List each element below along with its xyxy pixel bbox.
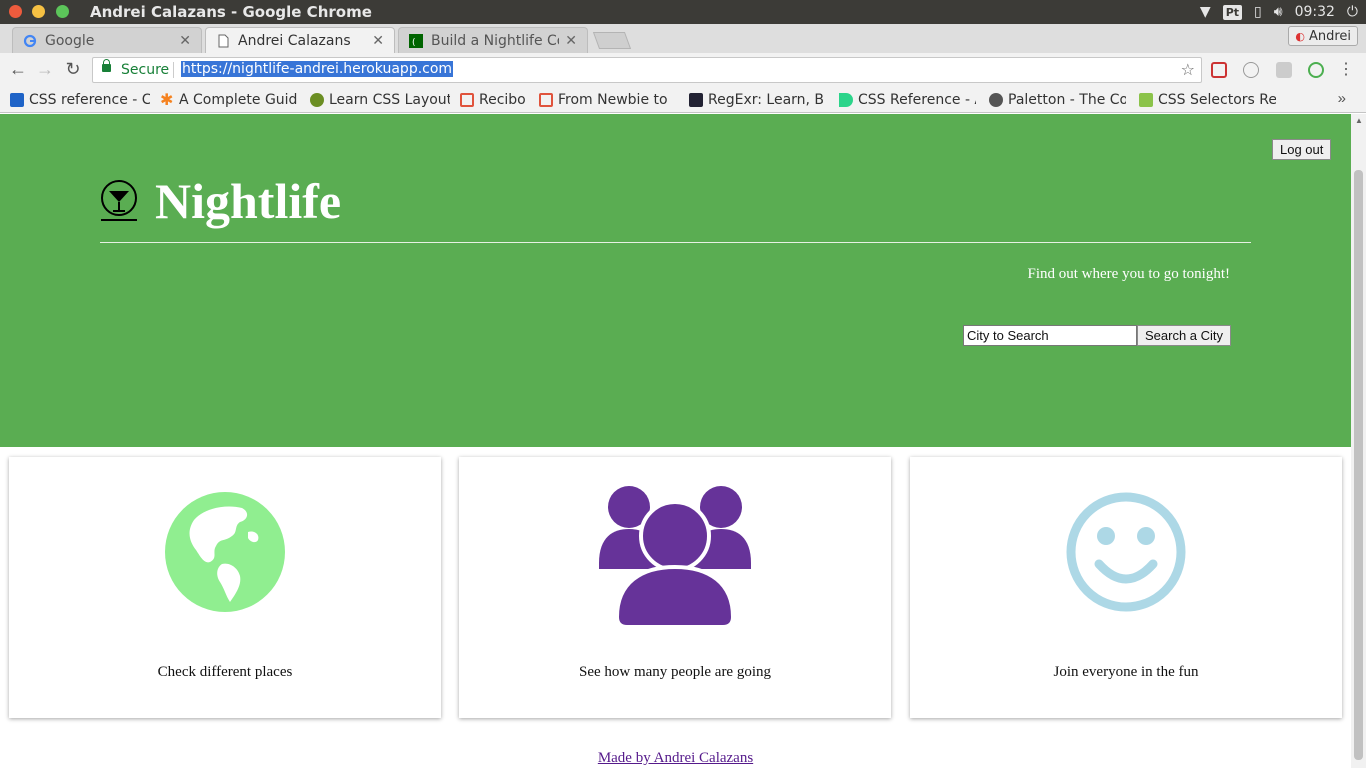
- city-search-input[interactable]: [963, 325, 1137, 346]
- author-link[interactable]: Made by Andrei Calazans: [598, 750, 753, 766]
- bookmark-favicon-icon: [689, 93, 703, 107]
- svg-text:(: (: [412, 38, 416, 48]
- feature-card-places: Check different places: [9, 457, 441, 718]
- profile-icon: ◐: [1295, 29, 1305, 43]
- bookmark-favicon-icon: [460, 93, 474, 107]
- feature-card-fun: Join everyone in the fun: [910, 457, 1342, 718]
- tab-andrei-calazans[interactable]: Andrei Calazans ✕: [205, 27, 395, 53]
- bookmark-favicon-icon: [1139, 93, 1153, 107]
- bookmark-favicon-icon: [310, 93, 324, 107]
- globe-icon: [165, 492, 285, 612]
- bookmark-label: Paletton - The Co: [1008, 92, 1126, 108]
- bookmark-favicon-icon: [539, 93, 553, 107]
- volume-icon[interactable]: 🔊︎: [1274, 4, 1283, 20]
- bookmark-label: From Newbie to: [558, 92, 668, 108]
- bookmark-label: CSS reference - C: [29, 92, 150, 108]
- tagline: Find out where you to go tonight!: [1027, 266, 1231, 282]
- page-scrollbar[interactable]: ▲: [1351, 114, 1366, 768]
- brand: Nightlife: [99, 172, 341, 230]
- bookmarks-bar: CSS reference - C ✱ A Complete Guid Lear…: [0, 87, 1366, 113]
- os-top-bar: Andrei Calazans - Google Chrome ▼ Pt ▯ 🔊…: [0, 0, 1366, 24]
- url-text[interactable]: https://nightlife-andrei.herokuapp.com: [181, 61, 454, 77]
- feature-caption: Check different places: [157, 664, 293, 680]
- secure-label: Secure: [121, 62, 170, 78]
- bookmark-label: CSS Reference - A: [858, 92, 976, 108]
- footer: Made by Andrei Calazans: [0, 749, 1351, 767]
- logout-button[interactable]: Log out: [1272, 139, 1332, 160]
- minimize-window-button[interactable]: [32, 5, 45, 18]
- bookmark-favicon-icon: ✱: [160, 90, 174, 109]
- close-tab-icon[interactable]: ✕: [372, 33, 384, 49]
- chrome-menu-icon[interactable]: ⋮: [1338, 59, 1354, 79]
- close-tab-icon[interactable]: ✕: [565, 33, 577, 49]
- tab-strip: Google ✕ Andrei Calazans ✕ ( Build a Nig…: [0, 24, 1366, 53]
- city-search-form: Search a City: [963, 325, 1232, 346]
- bookmark-item[interactable]: CSS Selectors Ref: [1139, 90, 1276, 110]
- bookmark-favicon-icon: [10, 93, 24, 107]
- divider: [100, 242, 1251, 243]
- mouse-icon[interactable]: ▯: [1254, 4, 1262, 20]
- feature-caption: See how many people are going: [578, 664, 772, 680]
- smiley-icon: [1066, 492, 1186, 612]
- cocktail-glass-icon: [101, 180, 137, 221]
- bookmark-item[interactable]: RegExr: Learn, B: [689, 90, 826, 110]
- bookmark-item[interactable]: Recibo: [460, 90, 530, 110]
- keyboard-layout-indicator[interactable]: Pt: [1222, 4, 1243, 20]
- scrollbar-thumb[interactable]: [1354, 170, 1363, 760]
- tab-google[interactable]: Google ✕: [12, 27, 202, 53]
- feature-card-people: See how many people are going: [459, 457, 891, 718]
- fcc-icon: (: [409, 33, 423, 48]
- clock[interactable]: 09:32: [1295, 4, 1335, 20]
- bookmark-star-icon[interactable]: ☆: [1181, 60, 1195, 79]
- back-arrow-icon[interactable]: ←: [8, 59, 28, 80]
- feature-caption: Join everyone in the fun: [1053, 664, 1199, 680]
- bookmark-label: RegExr: Learn, B: [708, 92, 825, 108]
- reload-icon[interactable]: ↻: [63, 59, 83, 80]
- wifi-icon[interactable]: ▼: [1200, 4, 1211, 20]
- web-page: Log out Nightlife Find out where you to …: [0, 114, 1351, 768]
- page-icon: [218, 34, 229, 47]
- bookmark-item[interactable]: CSS reference - C: [10, 90, 150, 110]
- bookmark-item[interactable]: CSS Reference - A: [839, 90, 976, 110]
- bookmark-item[interactable]: Paletton - The Co: [989, 90, 1126, 110]
- bookmark-item[interactable]: Learn CSS Layout: [310, 90, 450, 110]
- scroll-up-arrow-icon[interactable]: ▲: [1355, 116, 1363, 125]
- tab-label: Build a Nightlife Co: [431, 32, 560, 49]
- bookmark-item[interactable]: ✱ A Complete Guid: [160, 90, 298, 110]
- profile-name: Andrei: [1308, 28, 1351, 44]
- people-group-icon: [599, 486, 751, 627]
- power-icon[interactable]: ⏻: [1347, 4, 1358, 20]
- forward-arrow-icon[interactable]: →: [35, 59, 55, 80]
- extension-icon[interactable]: [1211, 62, 1227, 78]
- hero-header: Log out Nightlife Find out where you to …: [0, 114, 1351, 447]
- maximize-window-button[interactable]: [56, 5, 69, 18]
- bookmark-label: CSS Selectors Ref: [1158, 92, 1276, 108]
- close-tab-icon[interactable]: ✕: [179, 33, 191, 49]
- bookmark-favicon-icon: [989, 93, 1003, 107]
- divider: [173, 62, 174, 78]
- bookmark-label: Learn CSS Layout: [329, 92, 450, 108]
- lock-icon: [102, 59, 111, 72]
- bookmark-label: Recibo: [479, 92, 526, 108]
- address-bar[interactable]: Secure https://nightlife-andrei.herokuap…: [92, 57, 1202, 83]
- tab-build-nightlife[interactable]: ( Build a Nightlife Co ✕: [398, 27, 588, 53]
- browser-toolbar: ← → ↻ Secure https://nightlife-andrei.he…: [0, 53, 1366, 87]
- tab-label: Andrei Calazans: [238, 32, 351, 49]
- close-window-button[interactable]: [9, 5, 22, 18]
- bookmark-label: A Complete Guid: [179, 92, 298, 108]
- extension-icon[interactable]: [1243, 62, 1259, 78]
- bookmark-favicon-icon: [839, 93, 853, 107]
- brand-title: Nightlife: [155, 173, 342, 229]
- search-city-button[interactable]: Search a City: [1137, 325, 1232, 346]
- window-title: Andrei Calazans - Google Chrome: [90, 3, 372, 21]
- bookmark-item[interactable]: From Newbie to: [539, 90, 676, 110]
- system-tray: ▼ Pt ▯ 🔊︎ 09:32 ⏻: [1200, 0, 1358, 24]
- new-tab-button[interactable]: [592, 32, 632, 49]
- google-icon: [23, 34, 37, 47]
- more-bookmarks-chevron-icon[interactable]: »: [1338, 90, 1346, 107]
- tab-label: Google: [45, 32, 95, 49]
- extension-icon[interactable]: [1308, 62, 1324, 78]
- extension-icon[interactable]: [1276, 62, 1292, 78]
- profile-button[interactable]: ◐ Andrei: [1288, 26, 1358, 46]
